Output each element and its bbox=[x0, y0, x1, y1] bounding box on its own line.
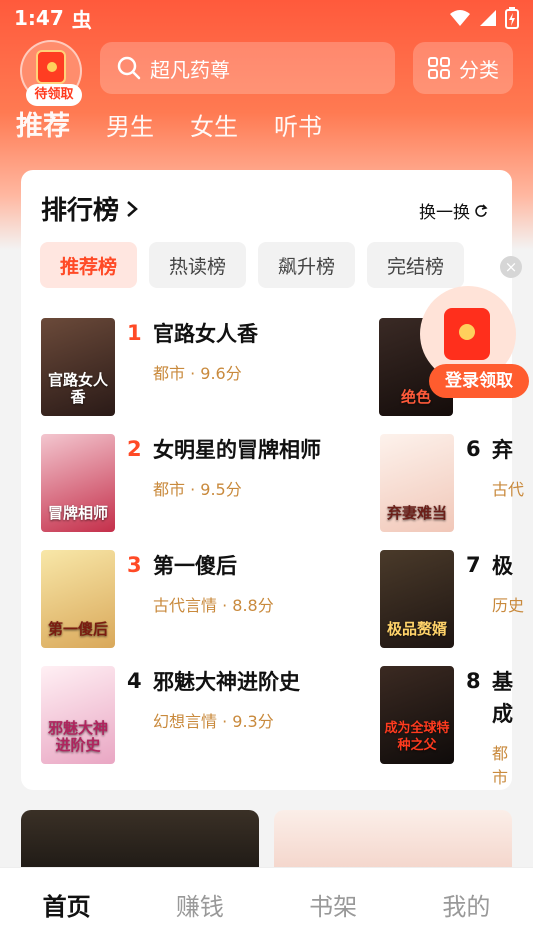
grid-icon bbox=[428, 57, 450, 79]
reward-badge-label: 待领取 bbox=[26, 84, 82, 106]
book-meta: 都市 bbox=[492, 744, 509, 787]
book-cover-text: 弃妻难当 bbox=[386, 504, 447, 522]
status-time: 1:47 bbox=[14, 6, 64, 30]
book-title: 邪魅大神进阶史 bbox=[153, 670, 300, 694]
status-notification-icon: 虫 bbox=[71, 7, 92, 32]
login-reward-float[interactable]: 登录领取 bbox=[420, 286, 529, 398]
book-rank: 8 bbox=[466, 669, 481, 693]
book-info: 弃 古代 bbox=[492, 434, 532, 532]
book-meta: 幻想言情 · 9.3分 bbox=[153, 712, 274, 731]
nav-profile[interactable]: 我的 bbox=[400, 868, 533, 947]
chevron-right-icon bbox=[127, 200, 138, 217]
refresh-icon bbox=[475, 203, 488, 217]
book-cover-text: 官路女人香 bbox=[47, 371, 108, 406]
search-input[interactable]: 超凡药尊 bbox=[100, 42, 395, 94]
book-cover: 官路女人香 bbox=[41, 318, 115, 416]
book-meta: 古代言情 · 8.8分 bbox=[153, 596, 274, 615]
book-info: 极 历史 bbox=[492, 550, 532, 648]
book-rank: 2 bbox=[127, 437, 142, 461]
category-button[interactable]: 分类 bbox=[413, 42, 513, 94]
book-cover-text: 极品赘婿 bbox=[386, 620, 447, 638]
refresh-label: 换一换 bbox=[419, 203, 470, 223]
book-info: 邪魅大神进阶史 幻想言情 · 9.3分 bbox=[153, 666, 333, 764]
close-icon[interactable]: × bbox=[500, 256, 522, 278]
bottom-nav: 首页 赚钱 书架 我的 bbox=[0, 867, 533, 947]
signal-icon bbox=[480, 10, 496, 26]
book-cover: 弃妻难当 bbox=[380, 434, 454, 532]
book-info: 官路女人香 都市 · 9.6分 bbox=[153, 318, 333, 416]
search-placeholder: 超凡药尊 bbox=[150, 57, 230, 82]
list-item[interactable]: 弃妻难当 6 弃 古代 bbox=[380, 434, 532, 532]
list-item[interactable]: 极品赘婿 7 极 历史 bbox=[380, 550, 532, 648]
list-item[interactable]: 官路女人香 1 官路女人香 都市 · 9.6分 bbox=[41, 318, 333, 416]
book-title: 弃 bbox=[492, 438, 513, 462]
book-rank: 7 bbox=[466, 553, 481, 577]
book-info: 基成 都市 bbox=[492, 666, 514, 788]
book-meta: 都市 · 9.6分 bbox=[153, 364, 242, 383]
book-title: 极 bbox=[492, 554, 513, 578]
book-cover: 邪魅大神进阶史 bbox=[41, 666, 115, 764]
tab-audiobook[interactable]: 听书 bbox=[274, 104, 322, 150]
tab-male[interactable]: 男生 bbox=[106, 104, 154, 150]
book-cover-text: 第一傻后 bbox=[47, 620, 108, 638]
book-info: 第一傻后 古代言情 · 8.8分 bbox=[153, 550, 333, 648]
list-item[interactable]: 冒牌相师 2 女明星的冒牌相师 都市 · 9.5分 bbox=[41, 434, 323, 532]
tab-female[interactable]: 女生 bbox=[190, 104, 238, 150]
sub-tab-recommend[interactable]: 推荐榜 bbox=[40, 242, 137, 288]
top-tabs: 推荐 男生 女生 听书 bbox=[16, 104, 322, 150]
red-packet-icon bbox=[36, 50, 66, 84]
status-icons bbox=[449, 7, 519, 29]
sub-tab-rising[interactable]: 飙升榜 bbox=[258, 242, 355, 288]
book-cover: 第一傻后 bbox=[41, 550, 115, 648]
ranking-title-text: 排行榜 bbox=[41, 196, 120, 226]
book-cover-text: 冒牌相师 bbox=[47, 504, 108, 522]
book-rank: 4 bbox=[127, 669, 142, 693]
book-meta: 历史 bbox=[492, 596, 525, 615]
category-label: 分类 bbox=[459, 57, 499, 82]
book-title: 女明星的冒牌相师 bbox=[153, 438, 321, 462]
nav-bookshelf[interactable]: 书架 bbox=[267, 868, 400, 947]
book-cover: 极品赘婿 bbox=[380, 550, 454, 648]
sub-tab-hot[interactable]: 热读榜 bbox=[149, 242, 246, 288]
ranking-title[interactable]: 排行榜 bbox=[41, 190, 139, 227]
book-rank: 3 bbox=[127, 553, 142, 577]
list-item[interactable]: 成为全球特种之父 8 基成 都市 bbox=[380, 666, 514, 788]
book-title: 第一傻后 bbox=[153, 554, 237, 578]
nav-home[interactable]: 首页 bbox=[0, 868, 133, 947]
battery-icon bbox=[505, 7, 519, 29]
list-item[interactable]: 邪魅大神进阶史 4 邪魅大神进阶史 幻想言情 · 9.3分 bbox=[41, 666, 333, 764]
status-bar: 1:47 虫 bbox=[0, 0, 533, 36]
book-rank: 1 bbox=[127, 321, 142, 345]
search-icon bbox=[117, 56, 141, 80]
book-meta: 都市 · 9.5分 bbox=[153, 480, 242, 499]
tab-recommend[interactable]: 推荐 bbox=[16, 104, 70, 150]
sub-tab-completed[interactable]: 完结榜 bbox=[367, 242, 464, 288]
book-cover: 成为全球特种之父 bbox=[380, 666, 454, 764]
wifi-icon bbox=[450, 10, 470, 26]
ranking-sub-tabs: 推荐榜 热读榜 飙升榜 完结榜 bbox=[40, 242, 464, 288]
login-reward-button[interactable]: 登录领取 bbox=[429, 364, 529, 398]
book-info: 女明星的冒牌相师 都市 · 9.5分 bbox=[153, 434, 323, 532]
list-item[interactable]: 第一傻后 3 第一傻后 古代言情 · 8.8分 bbox=[41, 550, 333, 648]
red-envelope-icon bbox=[444, 308, 490, 360]
book-rank: 6 bbox=[466, 437, 481, 461]
book-cover-text: 成为全球特种之父 bbox=[384, 721, 450, 753]
book-title: 官路女人香 bbox=[153, 322, 258, 346]
book-cover-text: 邪魅大神进阶史 bbox=[47, 719, 108, 754]
book-title: 基成 bbox=[492, 670, 513, 726]
book-meta: 古代 bbox=[492, 480, 525, 499]
reward-badge[interactable]: 待领取 bbox=[20, 40, 82, 106]
book-cover: 冒牌相师 bbox=[41, 434, 115, 532]
nav-earn[interactable]: 赚钱 bbox=[133, 868, 266, 947]
refresh-button[interactable]: 换一换 bbox=[419, 198, 488, 223]
